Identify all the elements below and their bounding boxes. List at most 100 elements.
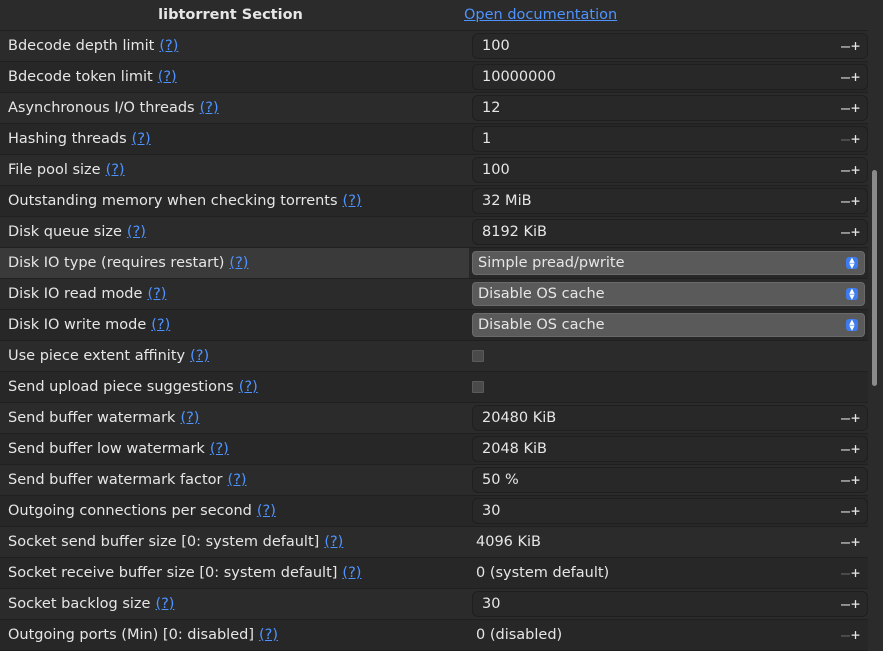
minus-icon[interactable]: — — [841, 68, 851, 86]
row-label: Send upload piece suggestions — [8, 379, 234, 395]
plus-icon[interactable]: + — [851, 471, 861, 489]
piece-extent-affinity-checkbox[interactable] — [472, 350, 484, 362]
plus-icon[interactable]: + — [851, 409, 861, 427]
socket-receive-buffer-spinbox[interactable]: 0 (system default) — + — [472, 560, 868, 586]
minus-icon[interactable]: — — [841, 130, 851, 148]
minus-icon[interactable]: — — [841, 502, 851, 520]
spinbox-value: 100 — [482, 38, 510, 54]
plus-icon[interactable]: + — [851, 564, 861, 582]
minus-icon[interactable]: — — [841, 409, 851, 427]
updown-arrow-icon: ▲ ▼ — [846, 257, 858, 270]
row-socket-receive-buffer-size: Socket receive buffer size [0: system de… — [0, 558, 868, 589]
plus-icon[interactable]: + — [851, 161, 861, 179]
minus-icon[interactable]: — — [841, 99, 851, 117]
help-link[interactable]: (?) — [259, 627, 278, 643]
section-title: libtorrent Section — [158, 7, 303, 23]
plus-icon[interactable]: + — [851, 68, 861, 86]
row-outgoing-ports-min: Outgoing ports (Min) [0: disabled] (?) 0 … — [0, 620, 868, 651]
minus-icon[interactable]: — — [841, 626, 851, 644]
row-label: Socket send buffer size [0: system defau… — [8, 534, 320, 550]
minus-icon[interactable]: — — [841, 161, 851, 179]
upload-piece-suggestions-checkbox[interactable] — [472, 381, 484, 393]
help-link[interactable]: (?) — [228, 472, 247, 488]
plus-icon[interactable]: + — [851, 130, 861, 148]
row-socket-backlog-size: Socket backlog size (?) 30 — + — [0, 589, 868, 620]
hashing-threads-spinbox[interactable]: 1 — + — [472, 126, 868, 152]
minus-icon[interactable]: — — [841, 440, 851, 458]
send-buffer-low-watermark-spinbox[interactable]: 2048 KiB — + — [472, 436, 868, 462]
row-piece-extent-affinity: Use piece extent affinity (?) — [0, 341, 868, 372]
row-hashing-threads: Hashing threads (?) 1 — + — [0, 124, 868, 155]
plus-icon[interactable]: + — [851, 440, 861, 458]
select-value: Disable OS cache — [478, 317, 605, 333]
plus-icon[interactable]: + — [851, 37, 861, 55]
row-disk-io-read-mode: Disk IO read mode (?) Disable OS cache ▲ ▼ — [0, 279, 868, 310]
disk-io-read-mode-select[interactable]: Disable OS cache ▲ ▼ — [472, 282, 865, 306]
updown-arrow-icon: ▲ ▼ — [846, 288, 858, 301]
minus-icon[interactable]: — — [841, 192, 851, 210]
help-link[interactable]: (?) — [151, 317, 170, 333]
plus-icon[interactable]: + — [851, 533, 861, 551]
help-link[interactable]: (?) — [324, 534, 343, 550]
plus-icon[interactable]: + — [851, 595, 861, 613]
vertical-scrollbar[interactable] — [869, 0, 883, 633]
help-link[interactable]: (?) — [200, 100, 219, 116]
socket-backlog-size-spinbox[interactable]: 30 — + — [472, 591, 868, 617]
minus-icon[interactable]: — — [841, 471, 851, 489]
disk-queue-size-spinbox[interactable]: 8192 KiB — + — [472, 219, 868, 245]
socket-send-buffer-spinbox[interactable]: 4096 KiB — + — [472, 529, 868, 555]
disk-io-type-select[interactable]: Simple pread/pwrite ▲ ▼ — [472, 251, 865, 275]
help-link[interactable]: (?) — [127, 224, 146, 240]
spinbox-value: 32 MiB — [482, 193, 532, 209]
row-label: Send buffer low watermark — [8, 441, 205, 457]
file-pool-size-spinbox[interactable]: 100 — + — [472, 157, 868, 183]
minus-icon[interactable]: — — [841, 564, 851, 582]
row-bdecode-depth-limit: Bdecode depth limit (?) 100 — + — [0, 31, 868, 62]
bdecode-depth-limit-spinbox[interactable]: 100 — + — [472, 33, 868, 59]
minus-icon[interactable]: — — [841, 223, 851, 241]
row-upload-piece-suggestions: Send upload piece suggestions (?) — [0, 372, 868, 403]
plus-icon[interactable]: + — [851, 502, 861, 520]
bdecode-token-limit-spinbox[interactable]: 10000000 — + — [472, 64, 868, 90]
help-link[interactable]: (?) — [239, 379, 258, 395]
async-io-threads-spinbox[interactable]: 12 — + — [472, 95, 868, 121]
disk-io-write-mode-select[interactable]: Disable OS cache ▲ ▼ — [472, 313, 865, 337]
help-link[interactable]: (?) — [147, 286, 166, 302]
minus-icon[interactable]: — — [841, 37, 851, 55]
help-link[interactable]: (?) — [343, 193, 362, 209]
plus-icon[interactable]: + — [851, 192, 861, 210]
help-link[interactable]: (?) — [106, 162, 125, 178]
plus-icon[interactable]: + — [851, 626, 861, 644]
help-link[interactable]: (?) — [155, 596, 174, 612]
help-link[interactable]: (?) — [342, 565, 361, 581]
help-link[interactable]: (?) — [158, 69, 177, 85]
outgoing-connections-spinbox[interactable]: 30 — + — [472, 498, 868, 524]
minus-icon[interactable]: — — [841, 595, 851, 613]
row-label: Outgoing connections per second — [8, 503, 252, 519]
help-link[interactable]: (?) — [257, 503, 276, 519]
open-documentation-link[interactable]: Open documentation — [464, 7, 617, 23]
spinbox-value: 10000000 — [482, 69, 556, 85]
help-link[interactable]: (?) — [180, 410, 199, 426]
spinbox-value: 20480 KiB — [482, 410, 557, 426]
row-label: Send buffer watermark — [8, 410, 176, 426]
spinbox-value: 1 — [482, 131, 492, 147]
plus-icon[interactable]: + — [851, 99, 861, 117]
row-label: Disk IO type (requires restart) — [8, 255, 225, 271]
spinbox-value: 4096 KiB — [476, 534, 541, 550]
help-link[interactable]: (?) — [229, 255, 248, 271]
help-link[interactable]: (?) — [190, 348, 209, 364]
send-buffer-watermark-spinbox[interactable]: 20480 KiB — + — [472, 405, 868, 431]
help-link[interactable]: (?) — [132, 131, 151, 147]
send-buffer-watermark-factor-spinbox[interactable]: 50 % — + — [472, 467, 868, 493]
plus-icon[interactable]: + — [851, 223, 861, 241]
help-link[interactable]: (?) — [210, 441, 229, 457]
minus-icon[interactable]: — — [841, 533, 851, 551]
settings-table: libtorrent Section Open documentation Bd… — [0, 0, 868, 651]
scrollbar-thumb[interactable] — [872, 170, 877, 386]
spinbox-value: 30 — [482, 503, 501, 519]
outgoing-ports-min-spinbox[interactable]: 0 (disabled) — + — [472, 622, 868, 648]
outstanding-memory-spinbox[interactable]: 32 MiB — + — [472, 188, 868, 214]
help-link[interactable]: (?) — [159, 38, 178, 54]
spinbox-value: 2048 KiB — [482, 441, 547, 457]
